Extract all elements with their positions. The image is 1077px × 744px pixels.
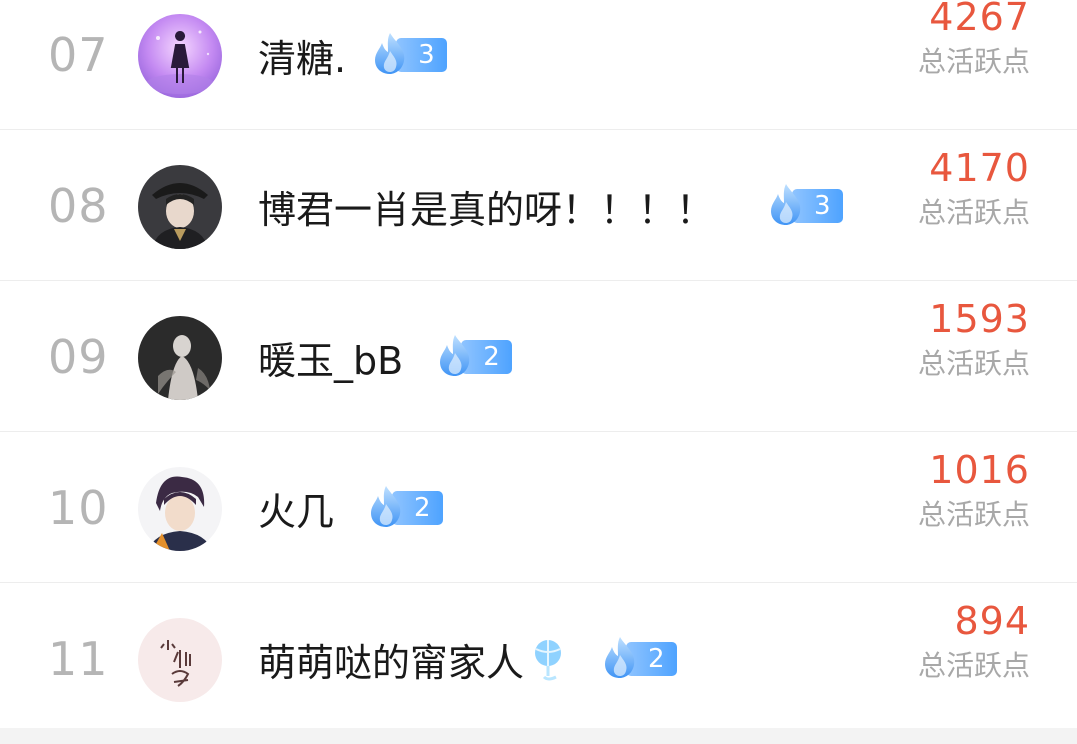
avatar[interactable]: [138, 14, 222, 98]
active-points: 894: [954, 599, 1030, 643]
user-name: 火几: [258, 489, 335, 534]
active-points: 1593: [929, 297, 1030, 341]
active-points-label: 总活跃点: [917, 45, 1030, 78]
list-item[interactable]: 11 萌萌哒的甯家人 2 894 总活跃点: [0, 584, 1077, 734]
rank-number: 09: [48, 330, 109, 384]
list-item[interactable]: 10 火几 2 1016 总活跃点: [0, 433, 1077, 583]
score-block: 4267 总活跃点: [918, 0, 1030, 82]
level-badge: 2: [366, 486, 443, 528]
flame-icon: [605, 637, 635, 678]
avatar[interactable]: [138, 165, 222, 249]
rank-number: 07: [48, 28, 109, 82]
lollipop-emoji-icon: [535, 640, 562, 681]
flame-icon: [440, 335, 470, 376]
user-name: 博君一肖是真的呀！！！！: [258, 187, 715, 232]
active-points-label: 总活跃点: [917, 347, 1030, 380]
avatar[interactable]: [138, 316, 222, 400]
leaderboard-list: 07 清糖. 3 4267 总活跃点 08 博君一肖是真的呀！！！！ 3 417…: [0, 0, 1077, 744]
bottom-divider: [0, 728, 1077, 744]
score-block: 1593 总活跃点: [918, 296, 1030, 384]
score-block: 4170 总活跃点: [918, 145, 1030, 233]
rank-number: 11: [48, 632, 109, 686]
user-name: 暖玉_bB: [258, 338, 404, 383]
level-badge: 2: [435, 335, 512, 377]
list-item[interactable]: 08 博君一肖是真的呀！！！！ 3 4170 总活跃点: [0, 131, 1077, 281]
user-name: 萌萌哒的甯家人: [258, 640, 525, 685]
score-block: 894 总活跃点: [918, 598, 1030, 686]
flame-icon: [375, 33, 405, 74]
flame-icon: [371, 486, 401, 527]
avatar[interactable]: [138, 618, 222, 702]
level-badge: 2: [600, 637, 677, 679]
active-points-label: 总活跃点: [917, 498, 1030, 531]
active-points: 1016: [929, 448, 1030, 492]
list-item[interactable]: 07 清糖. 3 4267 总活跃点: [0, 0, 1077, 130]
user-name: 清糖.: [258, 36, 347, 81]
active-points: 4267: [929, 0, 1030, 39]
level-badge: 3: [766, 184, 843, 226]
avatar[interactable]: [138, 467, 222, 551]
active-points-label: 总活跃点: [917, 649, 1030, 682]
flame-icon: [771, 184, 801, 225]
list-item[interactable]: 09 暖玉_bB 2 1593 总活跃点: [0, 282, 1077, 432]
level-badge: 3: [370, 33, 447, 75]
score-block: 1016 总活跃点: [918, 447, 1030, 535]
rank-number: 10: [48, 481, 109, 535]
active-points-label: 总活跃点: [917, 196, 1030, 229]
active-points: 4170: [929, 146, 1030, 190]
rank-number: 08: [48, 179, 109, 233]
